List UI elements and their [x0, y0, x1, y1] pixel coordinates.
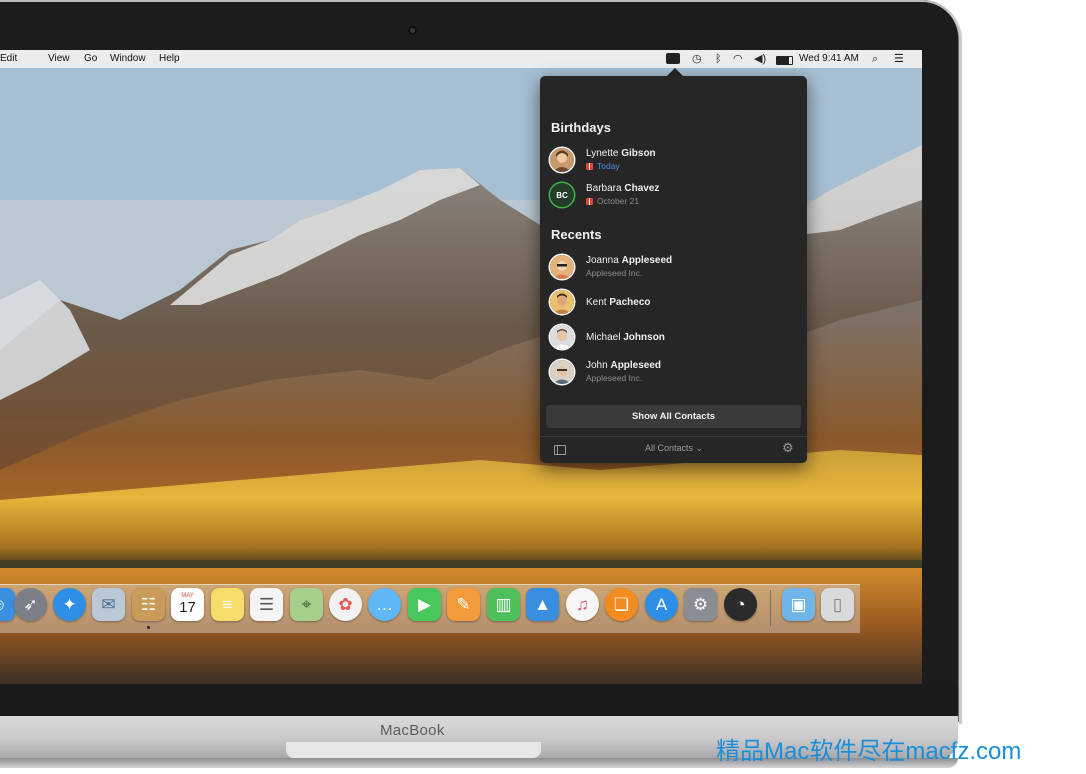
- contacts-icon[interactable]: ☷: [132, 588, 165, 621]
- gift-icon: [586, 162, 593, 170]
- contact-row-kent-pacheco[interactable]: Kent Pacheco: [550, 290, 800, 320]
- menu-edit[interactable]: Edit: [0, 53, 17, 64]
- dock-separator: [770, 590, 771, 626]
- battery-icon[interactable]: [776, 56, 793, 65]
- gift-icon: [586, 197, 593, 205]
- dashboard-icon[interactable]: ◔: [724, 588, 757, 621]
- menu-go[interactable]: Go: [84, 53, 97, 64]
- menubar-clock[interactable]: Wed 9:41 AM: [799, 53, 859, 64]
- show-all-contacts-button[interactable]: Show All Contacts: [546, 405, 801, 428]
- messages-icon[interactable]: …: [368, 588, 401, 621]
- photos-icon[interactable]: ✿: [329, 588, 362, 621]
- notes-icon[interactable]: ≡: [211, 588, 244, 621]
- facetime-icon[interactable]: ▶: [408, 588, 441, 621]
- device-brand: MacBook: [380, 722, 445, 739]
- contact-birthday: October 21: [586, 196, 639, 206]
- bluetooth-icon[interactable]: ᛒ: [715, 52, 722, 66]
- calendar-icon[interactable]: MAY 17: [171, 588, 204, 621]
- base-notch: [286, 742, 541, 758]
- calendar-day: 17: [179, 599, 196, 616]
- safari-icon[interactable]: ✦: [53, 588, 86, 621]
- notification-center-icon[interactable]: ☰: [894, 52, 904, 66]
- reminders-icon[interactable]: ☰: [250, 588, 283, 621]
- contacts-popover: Birthdays Lynette Gibson Today BC Barbar…: [540, 76, 807, 463]
- time-machine-icon[interactable]: ◷: [692, 52, 702, 66]
- contact-row-barbara-chavez[interactable]: BC Barbara Chavez October 21: [550, 183, 800, 213]
- watermark: 精品Mac软件尽在macfz.com: [716, 738, 1022, 765]
- mail-stamp-icon[interactable]: ✉: [92, 588, 125, 621]
- gear-icon[interactable]: ⚙: [782, 440, 794, 456]
- trash-icon[interactable]: ▯: [821, 588, 854, 621]
- menu-window[interactable]: Window: [110, 53, 146, 64]
- itunes-icon[interactable]: ♫: [566, 588, 599, 621]
- ibooks-icon[interactable]: ❏: [605, 588, 638, 621]
- avatar: [550, 255, 574, 279]
- contact-name: Michael Johnson: [586, 332, 665, 343]
- contact-name: Lynette Gibson: [586, 148, 656, 159]
- downloads-folder-icon[interactable]: ▣: [782, 588, 815, 621]
- spotlight-icon[interactable]: ⌕: [872, 52, 878, 66]
- maps-icon[interactable]: ⌖: [290, 588, 323, 621]
- contact-name: Kent Pacheco: [586, 297, 651, 308]
- volume-icon[interactable]: ◀): [754, 52, 766, 66]
- contact-row-john-appleseed[interactable]: John Appleseed Appleseed Inc.: [550, 360, 800, 390]
- menu-bar: Edit View Go Window Help ◷ ᛒ ◠ ◀) Wed 9:…: [0, 50, 922, 68]
- contact-row-michael-johnson[interactable]: Michael Johnson: [550, 325, 800, 355]
- contact-birthday: Today: [586, 161, 620, 171]
- sidebar-toggle-icon[interactable]: [554, 445, 566, 455]
- contact-name: Joanna Appleseed: [586, 255, 673, 266]
- contact-row-lynette-gibson[interactable]: Lynette Gibson Today: [550, 148, 800, 178]
- menu-view[interactable]: View: [48, 53, 70, 64]
- running-indicator: [147, 626, 150, 629]
- contact-name: John Appleseed: [586, 360, 662, 371]
- recents-heading: Recents: [551, 227, 602, 242]
- contact-name: Barbara Chavez: [586, 183, 660, 194]
- avatar: [550, 148, 574, 172]
- avatar: [550, 290, 574, 314]
- avatar: [550, 325, 574, 349]
- avatar: [550, 360, 574, 384]
- contact-row-joanna-appleseed[interactable]: Joanna Appleseed Appleseed Inc.: [550, 255, 800, 285]
- contacts-filter-dropdown[interactable]: All Contacts ⌄: [645, 443, 703, 454]
- camera-icon: [408, 26, 417, 35]
- app-store-icon[interactable]: A: [645, 588, 678, 621]
- footer-divider: [540, 436, 807, 437]
- wifi-icon[interactable]: ◠: [733, 52, 743, 66]
- system-preferences-icon[interactable]: ⚙: [684, 588, 717, 621]
- birthdays-heading: Birthdays: [551, 120, 611, 135]
- numbers-icon[interactable]: ▥: [487, 588, 520, 621]
- keynote-icon[interactable]: ▲: [526, 588, 559, 621]
- finder-icon[interactable]: ☺: [0, 588, 15, 621]
- contacts-menu-icon[interactable]: [666, 53, 680, 64]
- contact-company: Appleseed Inc.: [586, 373, 643, 383]
- pages-icon[interactable]: ✎: [447, 588, 480, 621]
- menu-help[interactable]: Help: [159, 53, 180, 64]
- avatar-initials: BC: [550, 183, 574, 207]
- popover-arrow: [667, 68, 683, 76]
- launchpad-icon[interactable]: ➶: [14, 588, 47, 621]
- contact-company: Appleseed Inc.: [586, 268, 643, 278]
